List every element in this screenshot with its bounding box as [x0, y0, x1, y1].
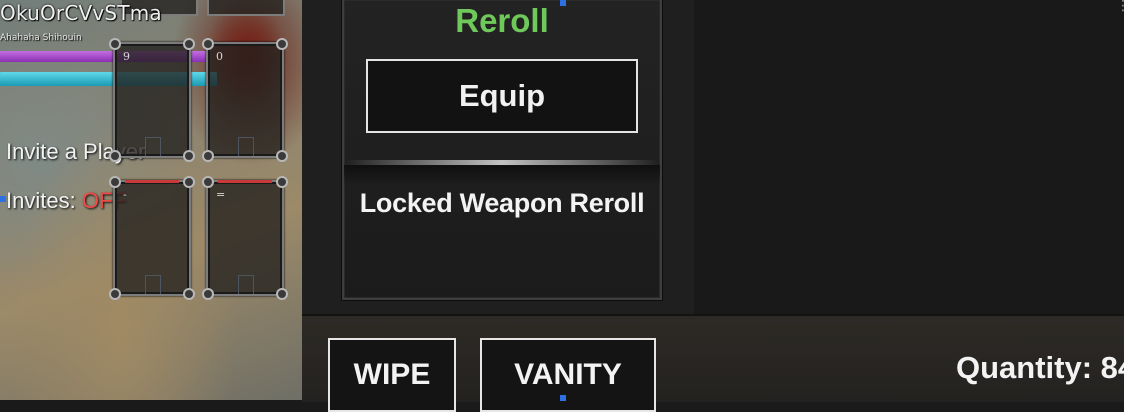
- player-name: OkuOrCVvSTma: [0, 1, 162, 25]
- locked-weapon-reroll-label: Locked Weapon Reroll: [359, 188, 645, 218]
- equip-button[interactable]: Equip: [366, 59, 638, 133]
- inventory-bottom-bar: WIPE VANITY Quantity: 84: [302, 314, 1124, 412]
- hotbar-slot-9[interactable]: 9: [109, 38, 195, 162]
- reroll-label[interactable]: Reroll: [344, 2, 660, 40]
- hotbar-key-label: 0: [216, 50, 223, 63]
- hotbar-slot-top-right-partial[interactable]: [207, 0, 285, 16]
- quantity-label: Quantity: 84: [956, 350, 1124, 385]
- hotbar-key-label: -: [123, 188, 127, 201]
- invites-label: Invites:: [6, 188, 76, 213]
- more-vertical-icon[interactable]: ⋮: [1116, 0, 1124, 13]
- selection-handle: [0, 196, 6, 202]
- invites-toggle[interactable]: Invites: OFF: [6, 188, 126, 214]
- player-subtitle: Ahahaha Shihouin: [0, 33, 82, 43]
- weapon-card: Reroll Equip Locked Weapon Reroll: [342, 0, 662, 300]
- selection-handle: [560, 395, 566, 401]
- hotbar-slot-minus[interactable]: -: [109, 176, 195, 300]
- vanity-button[interactable]: VANITY: [480, 338, 656, 412]
- game-world-view: OkuOrCVvSTma Ahahaha Shihouin Invite a P…: [0, 0, 302, 400]
- hotbar-slot-equals[interactable]: =: [202, 176, 288, 300]
- hotbar-key-label: 9: [123, 50, 130, 63]
- inventory-panel: ⋮ Reroll Equip Locked Weapon Reroll: [302, 0, 1124, 314]
- selection-handle: [560, 0, 566, 6]
- hotbar-slot-0[interactable]: 0: [202, 38, 288, 162]
- wipe-button[interactable]: WIPE: [328, 338, 456, 412]
- hotbar-key-label: =: [216, 188, 226, 201]
- inventory-detail-area: [694, 0, 1124, 314]
